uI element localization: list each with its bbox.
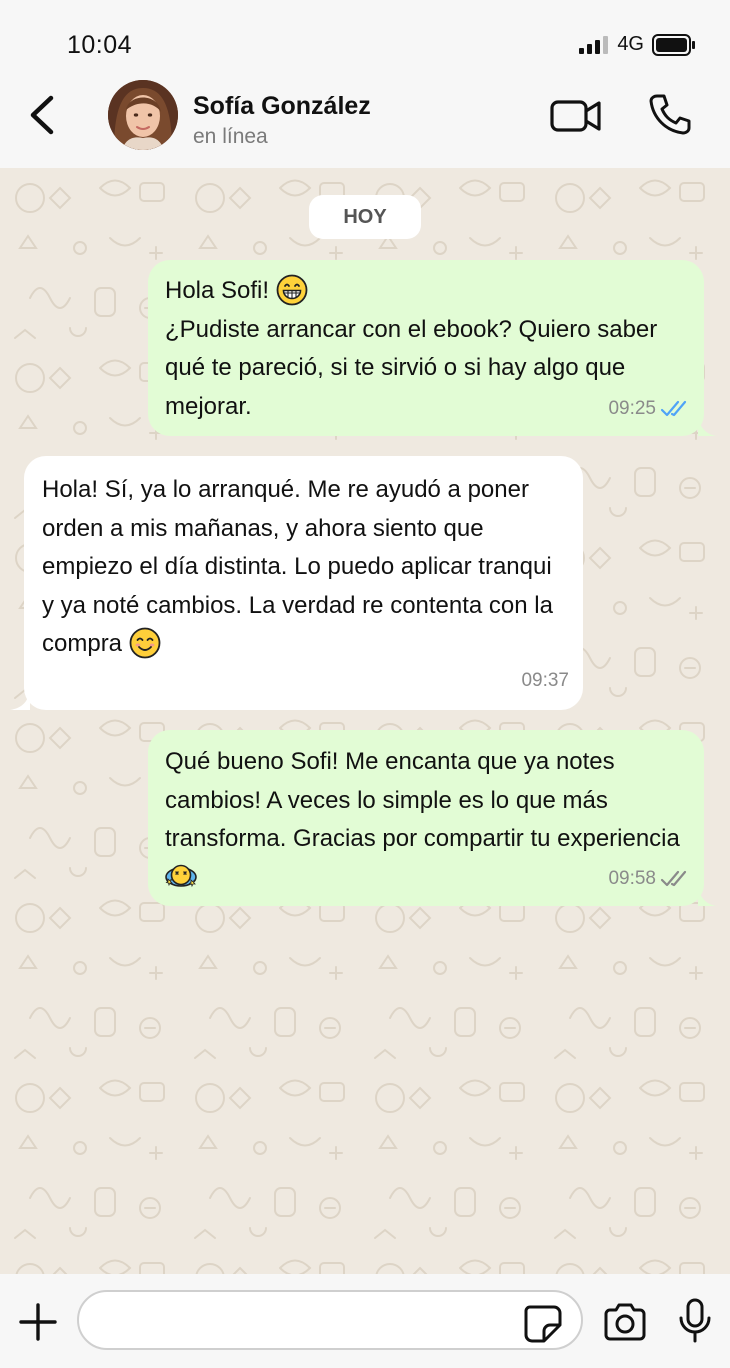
dizzy-face-emoji bbox=[165, 864, 197, 888]
message-meta: 09:25 bbox=[608, 390, 690, 429]
avatar[interactable] bbox=[108, 80, 178, 150]
signal-icon bbox=[579, 35, 609, 54]
message-input[interactable] bbox=[77, 1290, 583, 1350]
delivered-double-check-icon bbox=[660, 870, 687, 886]
contact-photo bbox=[108, 80, 178, 150]
message-line: Qué bueno Sofi! Me encanta que ya notes … bbox=[165, 748, 687, 852]
message-bubble-incoming[interactable]: Hola! Sí, ya lo arranqué. Me re ayudó a … bbox=[10, 456, 583, 710]
microphone-icon[interactable] bbox=[678, 1298, 712, 1344]
sticker-icon[interactable] bbox=[522, 1303, 562, 1343]
bubble-tail bbox=[698, 886, 716, 906]
message-meta: 09:58 bbox=[608, 860, 690, 899]
phone-icon[interactable] bbox=[648, 92, 692, 136]
message-time: 09:37 bbox=[521, 669, 569, 691]
date-separator: HOY bbox=[309, 195, 421, 239]
contact-name[interactable]: Sofía González bbox=[193, 92, 371, 121]
message-bubble-outgoing[interactable]: Qué bueno Sofi! Me encanta que ya notes … bbox=[148, 730, 716, 906]
chat-area[interactable]: HOY Hola Sofi! ¿Pudiste arrancar con el … bbox=[0, 168, 730, 1274]
video-call-icon[interactable] bbox=[549, 96, 603, 136]
status-icons: 4G bbox=[579, 33, 696, 56]
network-type: 4G bbox=[617, 33, 644, 55]
message-time: 09:25 bbox=[608, 397, 656, 419]
bubble-tail bbox=[698, 416, 716, 436]
chat-header: Sofía González en línea bbox=[0, 80, 730, 168]
message-text: Hola Sofi! ¿Pudiste arrancar con el eboo… bbox=[165, 272, 684, 426]
plus-icon[interactable] bbox=[18, 1302, 58, 1342]
bubble-tail bbox=[10, 690, 30, 710]
message-time: 09:58 bbox=[608, 867, 656, 889]
message-text: Qué bueno Sofi! Me encanta que ya notes … bbox=[165, 743, 684, 897]
grinning-face-emoji bbox=[276, 274, 308, 306]
clock: 10:04 bbox=[67, 31, 133, 59]
message-bubble-outgoing[interactable]: Hola Sofi! ¿Pudiste arrancar con el eboo… bbox=[148, 260, 716, 436]
composer-bar bbox=[0, 1274, 730, 1368]
message-line: ¿Pudiste arrancar con el ebook? Quiero s… bbox=[165, 315, 664, 420]
back-arrow-icon[interactable] bbox=[25, 92, 61, 138]
message-line: Hola! Sí, ya lo arranqué. Me re ayudó a … bbox=[42, 476, 560, 657]
message-line: Hola Sofi! bbox=[165, 277, 276, 304]
contact-status: en línea bbox=[193, 125, 268, 148]
status-bar: 10:04 4G bbox=[0, 0, 730, 80]
camera-icon[interactable] bbox=[602, 1302, 648, 1342]
battery-icon bbox=[652, 33, 695, 56]
message-text: Hola! Sí, ya lo arranqué. Me re ayudó a … bbox=[42, 471, 565, 664]
read-double-check-icon bbox=[660, 400, 687, 416]
message-meta: 09:37 bbox=[521, 662, 569, 701]
smiling-face-emoji bbox=[129, 627, 161, 659]
